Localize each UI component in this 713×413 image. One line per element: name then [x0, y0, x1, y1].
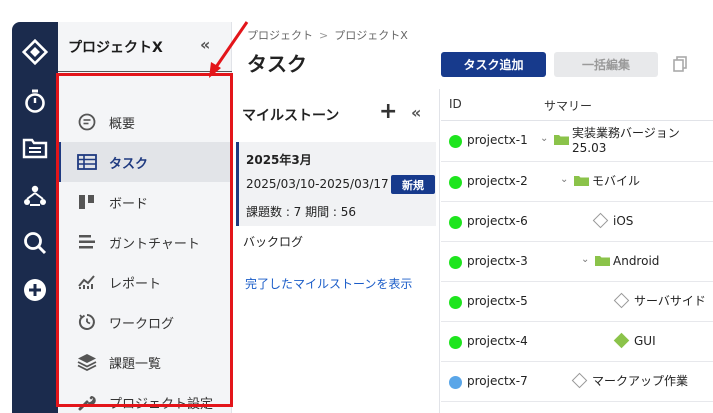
task-summary[interactable]: マークアップ作業: [592, 374, 711, 389]
board-icon: [77, 192, 97, 212]
copy-icon[interactable]: [673, 56, 687, 72]
task-summary[interactable]: GUI: [634, 334, 711, 349]
app-rail: [12, 22, 58, 413]
sidebar-item-label: タスク: [109, 157, 149, 172]
sidebar-item-label: ボード: [109, 197, 149, 212]
milestone-count: 課題数 : 7 期間 : 56: [246, 205, 357, 219]
column-header-summary[interactable]: サマリー: [544, 97, 592, 114]
milestone-collapse-button[interactable]: «: [411, 103, 421, 122]
table-row[interactable]: projectx-5 サーバサイド: [441, 282, 713, 322]
project-title: プロジェクトX: [68, 40, 163, 56]
task-summary[interactable]: iOS: [613, 214, 711, 229]
task-diamond-icon: [613, 332, 630, 349]
show-completed-milestones-link[interactable]: 完了したマイルストーンを表示: [245, 275, 412, 292]
sidebar-item-label: 課題一覧: [109, 357, 162, 372]
status-dot-icon: [449, 296, 462, 309]
status-dot-icon: [449, 176, 462, 189]
table-icon: [77, 152, 97, 172]
sidebar-item-gantt[interactable]: ガントチャート: [58, 222, 232, 262]
sidebar-item-project-settings[interactable]: プロジェクト設定: [58, 382, 232, 413]
project-nav: 概要 タスク ボード ガントチャート レポート ワークログ 課題一覧 プロジェク…: [58, 102, 232, 413]
status-dot-icon: [449, 256, 462, 269]
folder-icon: [595, 256, 610, 266]
summary-icon: [77, 112, 97, 132]
status-dot-icon: [449, 376, 462, 389]
sidebar-item-report[interactable]: レポート: [58, 262, 232, 302]
project-sidebar: プロジェクトX « 概要 タスク ボード ガントチャート レポート ワークログ …: [58, 22, 232, 413]
team-icon[interactable]: [19, 180, 51, 212]
title-divider: [58, 71, 232, 72]
table-row[interactable]: projectx-1 ⌄ 実装業務バージョン25.03: [441, 121, 713, 162]
table-body: projectx-1 ⌄ 実装業務バージョン25.03 projectx-2 ⌄ モバイル…: [441, 121, 713, 402]
task-diamond-icon: [613, 292, 630, 309]
breadcrumb: プロジェクト > プロジェクトX: [247, 27, 408, 43]
sidebar-item-board[interactable]: ボード: [58, 182, 232, 222]
report-chart-icon: [77, 272, 97, 292]
folder-icon: [554, 135, 569, 145]
task-table: ID サマリー projectx-1 ⌄ 実装業務バージョン25.03 project…: [441, 89, 713, 402]
table-row[interactable]: projectx-3 ⌄ Android: [441, 242, 713, 282]
status-dot-icon: [449, 135, 462, 148]
breadcrumb-item-projects[interactable]: プロジェクト: [247, 29, 313, 42]
task-summary[interactable]: モバイル: [592, 174, 711, 189]
table-header: ID サマリー: [441, 89, 713, 121]
task-id[interactable]: projectx-2: [467, 174, 528, 188]
task-id[interactable]: projectx-3: [467, 254, 528, 268]
milestone-dates: 2025/03/10-2025/03/17: [246, 177, 389, 191]
folder-list-icon[interactable]: [19, 132, 51, 164]
wrench-icon: [77, 392, 97, 412]
breadcrumb-item-project[interactable]: プロジェクトX: [334, 29, 408, 42]
backlog-item[interactable]: バックログ: [243, 233, 303, 250]
add-circle-icon[interactable]: [19, 274, 51, 306]
gantt-icon: [77, 232, 97, 252]
task-id[interactable]: projectx-5: [467, 294, 528, 308]
milestone-name: 2025年3月: [246, 153, 312, 167]
task-id[interactable]: projectx-4: [467, 334, 528, 348]
task-summary[interactable]: サーバサイド: [634, 294, 711, 309]
sidebar-item-label: ガントチャート: [109, 237, 200, 252]
bulk-edit-button[interactable]: 一括編集: [554, 52, 658, 77]
table-row[interactable]: projectx-4 GUI: [441, 322, 713, 362]
table-row[interactable]: projectx-2 ⌄ モバイル: [441, 162, 713, 202]
layers-icon: [77, 352, 97, 372]
logo-diamond-icon[interactable]: [19, 36, 51, 68]
sidebar-item-tasks[interactable]: タスク: [58, 142, 232, 182]
sidebar-item-label: ワークログ: [109, 317, 175, 332]
search-icon[interactable]: [19, 227, 51, 259]
page-title: タスク: [247, 52, 307, 76]
task-summary[interactable]: Android: [613, 254, 711, 269]
chevron-down-icon[interactable]: ⌄: [581, 254, 589, 265]
sidebar-collapse-button[interactable]: «: [200, 35, 210, 54]
sidebar-item-worklog[interactable]: ワークログ: [58, 302, 232, 342]
milestone-heading: マイルストーン: [242, 108, 340, 124]
chevron-down-icon[interactable]: ⌄: [540, 133, 548, 144]
chevron-down-icon[interactable]: ⌄: [560, 174, 568, 185]
sidebar-item-issue-list[interactable]: 課題一覧: [58, 342, 232, 382]
task-id[interactable]: projectx-6: [467, 214, 528, 228]
task-summary[interactable]: 実装業務バージョン25.03: [572, 126, 711, 156]
worklog-icon: [77, 312, 97, 332]
add-task-button[interactable]: タスク追加: [441, 52, 546, 77]
stopwatch-icon[interactable]: [19, 85, 51, 117]
add-milestone-button[interactable]: +: [379, 99, 397, 124]
table-row[interactable]: projectx-6 iOS: [441, 202, 713, 242]
task-diamond-icon: [592, 212, 609, 229]
status-badge: 新規: [391, 175, 435, 194]
task-diamond-icon: [571, 372, 588, 389]
folder-icon: [574, 176, 589, 186]
task-id[interactable]: projectx-1: [467, 133, 528, 147]
status-dot-icon: [449, 336, 462, 349]
sidebar-item-label: プロジェクト設定: [109, 397, 214, 412]
sidebar-item-label: 概要: [109, 117, 136, 132]
task-id[interactable]: projectx-7: [467, 374, 528, 388]
breadcrumb-separator: >: [319, 29, 329, 42]
status-dot-icon: [449, 216, 462, 229]
table-row[interactable]: projectx-7 マークアップ作業: [441, 362, 713, 402]
sidebar-item-overview[interactable]: 概要: [58, 102, 232, 142]
milestone-card[interactable]: 2025年3月 2025/03/10-2025/03/17 新規 課題数 : 7…: [236, 142, 436, 226]
column-header-id[interactable]: ID: [449, 97, 462, 111]
milestone-panel: マイルストーン + « 2025年3月 2025/03/10-2025/03/1…: [233, 89, 440, 413]
sidebar-item-label: レポート: [109, 277, 162, 292]
